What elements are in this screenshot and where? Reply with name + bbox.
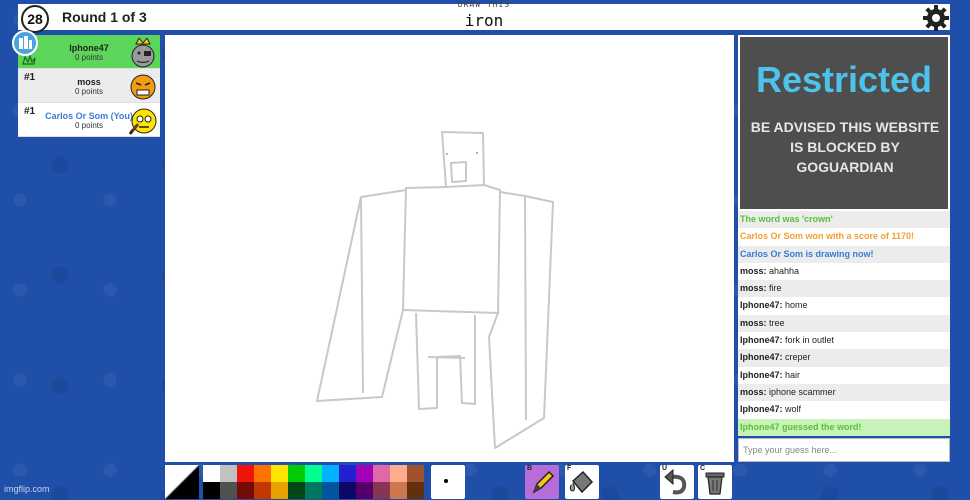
drawing-strokes (316, 131, 554, 449)
ad-body: BE ADVISED THIS WEBSITE IS BLOCKED BY GO… (750, 119, 940, 175)
chat-text: creper (785, 352, 811, 363)
chat-author: moss: (740, 386, 767, 397)
color-swatch[interactable] (237, 482, 254, 499)
chat-message: Iphone47: hair (738, 366, 950, 384)
brush-size-dot (444, 479, 448, 483)
color-swatch[interactable] (203, 465, 220, 482)
chat-message: Iphone47: home (738, 297, 950, 315)
drawing-canvas[interactable] (165, 35, 734, 462)
color-swatch[interactable] (288, 482, 305, 499)
gear-icon[interactable] (922, 5, 950, 31)
shortcut-key: U (662, 465, 668, 472)
chat-text: iphone scammer (769, 386, 836, 397)
player-row[interactable]: #1 moss 0 points (18, 69, 160, 103)
avatar (130, 74, 156, 100)
color-swatch[interactable] (254, 482, 271, 499)
shortcut-key: B (527, 465, 533, 472)
chat-author: Iphone47: (740, 404, 783, 415)
chat-text: home (785, 300, 808, 311)
brush-tool-button[interactable]: B (525, 465, 559, 499)
color-swatch[interactable] (339, 482, 356, 499)
ad-title: Restricted (755, 59, 933, 100)
player-list: Iphone47 0 points #1 moss 0 points #1 Ca… (18, 35, 160, 137)
color-swatch[interactable] (271, 482, 288, 499)
color-swatch[interactable] (407, 465, 424, 482)
color-swatch[interactable] (220, 465, 237, 482)
chat-message: Iphone47: wolf (738, 401, 950, 419)
chat-message: moss: tree (738, 314, 950, 333)
chat-author: moss: (740, 283, 767, 294)
chat-message: moss: fire (738, 280, 950, 298)
chat-message: moss: ahahha (738, 262, 950, 281)
chat-log: The word was 'crown' Carlos Or Som won wi… (738, 211, 950, 436)
chat-author: Iphone47: (740, 369, 783, 380)
color-swatch[interactable] (356, 482, 373, 499)
player-row[interactable]: #1 Carlos Or Som (You) 0 points (18, 103, 160, 137)
color-preview[interactable] (164, 464, 200, 500)
avatar (131, 38, 155, 68)
color-swatch[interactable] (220, 482, 237, 499)
guess-input[interactable] (739, 439, 949, 461)
chat-author: Iphone47: (740, 300, 783, 311)
chat-message: The word was 'crown' (738, 211, 950, 229)
color-swatch[interactable] (339, 465, 356, 482)
chat-message: Carlos Or Som won with a score of 1170! (738, 228, 950, 246)
color-swatch[interactable] (305, 465, 322, 482)
shortcut-key: F (567, 465, 572, 472)
chat-message: Iphone47 guessed the word! (738, 418, 950, 436)
word-to-draw: iron (464, 11, 504, 30)
room-info-button[interactable] (12, 30, 38, 56)
color-swatch[interactable] (390, 465, 407, 482)
current-color-icon (164, 464, 200, 500)
fill-tool-button[interactable]: F (565, 465, 599, 499)
brush-size-selector[interactable] (431, 465, 465, 499)
color-swatch[interactable] (322, 465, 339, 482)
chat-message: Carlos Or Som is drawing now! (738, 245, 950, 263)
undo-button[interactable]: U (660, 465, 694, 499)
chat-text: Iphone47 guessed the word! (740, 421, 862, 432)
leaderboard-icon (19, 36, 32, 49)
shortcut-key: C (700, 465, 706, 472)
color-palette (203, 465, 424, 499)
chat-text: Carlos Or Som is drawing now! (740, 248, 874, 259)
color-swatch[interactable] (203, 482, 220, 499)
chat-author: Iphone47: (740, 352, 783, 363)
color-swatch[interactable] (407, 482, 424, 499)
ad-banner[interactable]: Restricted BE ADVISED THIS WEBSITE IS BL… (738, 35, 950, 211)
chat-text: fire (769, 283, 782, 294)
chat-text: hair (785, 369, 801, 380)
color-swatch[interactable] (271, 465, 288, 482)
watermark: imgflip.com (4, 484, 50, 494)
color-swatch[interactable] (288, 465, 305, 482)
chat-author: moss: (740, 265, 767, 276)
color-swatch[interactable] (237, 465, 254, 482)
player-row[interactable]: Iphone47 0 points (18, 35, 160, 69)
avatar (128, 108, 157, 135)
chat-text: The word was 'crown' (740, 214, 833, 224)
color-swatch[interactable] (356, 465, 373, 482)
color-swatch[interactable] (390, 482, 407, 499)
chat-text: tree (769, 317, 785, 328)
chat-text: Carlos Or Som won with a score of 1170! (740, 231, 915, 242)
chat-message: Iphone47: creper (738, 349, 950, 367)
color-swatch[interactable] (373, 465, 390, 482)
color-swatch[interactable] (254, 465, 271, 482)
color-swatch[interactable] (305, 482, 322, 499)
chat-text: wolf (785, 404, 802, 415)
clear-canvas-button[interactable]: C (698, 465, 732, 499)
chat-text: ahahha (769, 265, 800, 276)
color-swatch[interactable] (373, 482, 390, 499)
chat-author: Iphone47: (740, 335, 783, 346)
chat-input-container (738, 438, 950, 462)
draw-this-label: DRAW THIS (457, 0, 511, 9)
chat-message: Iphone47: fork in outlet (738, 332, 950, 350)
color-swatch[interactable] (322, 482, 339, 499)
chat-message: moss: iphone scammer (738, 383, 950, 402)
top-bar: 28 Round 1 of 3 DRAW THIS iron (18, 0, 950, 33)
chat-text: fork in outlet (785, 335, 835, 346)
chat-author: moss: (740, 317, 767, 328)
